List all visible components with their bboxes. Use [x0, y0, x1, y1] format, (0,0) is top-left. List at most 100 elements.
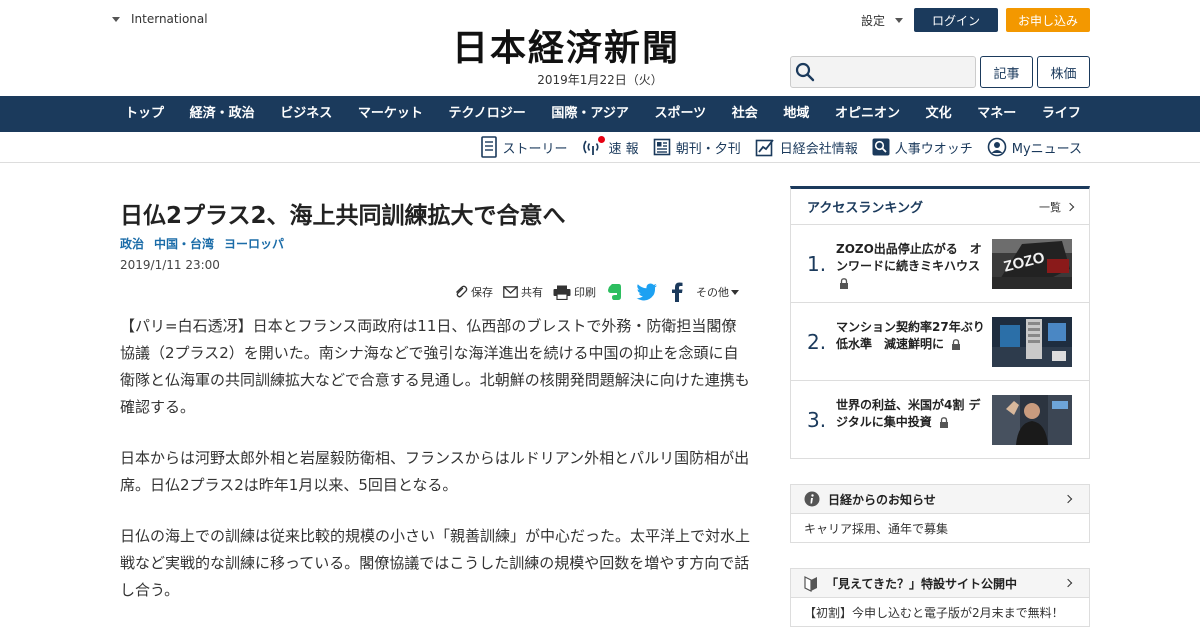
subnav-label: Myニュース	[1011, 141, 1082, 157]
subnav-label: 人事ウオッチ	[894, 141, 973, 157]
nav-item-money[interactable]: マネー	[965, 96, 1028, 132]
subnav-item-personnel[interactable]: 人事ウオッチ	[872, 138, 973, 157]
evernote-icon	[608, 284, 621, 300]
site-logo[interactable]: 日本経済新聞	[452, 28, 748, 68]
rank-thumbnail[interactable]	[992, 395, 1072, 445]
edition-label: International	[131, 12, 208, 26]
article-paragraph: 【パリ=白石透冴】日本とフランス両政府は11日、仏西部のブレストで外務・防衛担当…	[120, 317, 750, 416]
print-button[interactable]: 印刷	[553, 284, 596, 300]
lock-icon	[952, 339, 961, 350]
mail-icon	[503, 286, 518, 298]
info-icon	[804, 491, 820, 507]
notice-header[interactable]: 日経からのお知らせ	[791, 485, 1089, 514]
subnav-label: 日経会社情報	[779, 141, 858, 157]
search-input[interactable]	[819, 58, 969, 86]
search-box[interactable]	[790, 56, 976, 88]
newspaper-icon	[653, 138, 670, 156]
facebook-button[interactable]	[671, 282, 686, 302]
nav-item-market[interactable]: マーケット	[346, 96, 435, 132]
tag-link[interactable]: 中国・台湾	[154, 235, 214, 252]
rank-thumbnail[interactable]: ZOZO	[992, 239, 1072, 289]
settings-menu[interactable]: 設定	[861, 12, 904, 29]
subnav-item-company-info[interactable]: 日経会社情報	[755, 137, 858, 157]
header-date: 2019年1月22日（火）	[537, 73, 663, 87]
nav-item-international[interactable]: 国際・アジア	[539, 96, 640, 132]
share-button[interactable]: 共有	[503, 284, 543, 300]
ranking-title: アクセスランキング	[807, 201, 923, 216]
person-icon	[987, 137, 1007, 157]
trader-thumbnail-image	[992, 395, 1072, 445]
ranking-item[interactable]: 3. 世界の利益、米国が4割 デジタルに集中投資	[791, 381, 1089, 459]
save-button[interactable]: 保存	[454, 284, 493, 300]
sub-nav: ストーリー 速 報 朝刊・夕刊 日経会社情報 人事ウオッチ Myニュース	[0, 132, 1200, 163]
rank-number: 3.	[807, 408, 827, 432]
article-paragraph: 日本からは河野太郎外相と岩屋毅防衛相、フランスからはルドリアン外相とパルリ国防相…	[120, 449, 750, 494]
article-search-button[interactable]: 記事	[980, 56, 1033, 88]
chart-icon	[755, 139, 774, 157]
magnifier-icon	[872, 138, 890, 156]
nav-item-sports[interactable]: スポーツ	[642, 96, 718, 132]
document-icon	[480, 136, 497, 158]
ranking-header: アクセスランキング 一覧	[791, 189, 1089, 225]
nav-item-business[interactable]: ビジネス	[268, 96, 344, 132]
twitter-button[interactable]	[636, 283, 661, 301]
article-headline: 日仏2プラス2、海上共同訓練拡大で合意へ	[120, 203, 566, 229]
article-tags: 政治 中国・台湾 ヨーロッパ	[120, 235, 294, 252]
ranking-item[interactable]: 1. ZOZO出品停止広がる オンワードに続きミキハウス ZOZO	[791, 225, 1089, 303]
chevron-right-icon	[1065, 202, 1075, 211]
nav-item-economy[interactable]: 経済・政治	[178, 96, 267, 132]
condo-thumbnail-image	[992, 317, 1072, 367]
breaking-dot	[597, 135, 605, 143]
notice-body[interactable]: キャリア採用、通年で募集	[791, 514, 1089, 542]
nav-item-top[interactable]: トップ	[113, 96, 176, 132]
article-date: 2019/1/11 23:00	[120, 258, 220, 272]
ranking-item[interactable]: 2. マンション契約率27年ぶり低水準 減速鮮明に	[791, 303, 1089, 381]
share-more-button[interactable]: その他	[696, 284, 739, 300]
notice-body[interactable]: 【初割】今申し込むと電子版が2月末まで無料！	[791, 598, 1089, 626]
caret-down-icon	[731, 289, 739, 295]
nav-item-region[interactable]: 地域	[771, 96, 821, 132]
nav-item-life[interactable]: ライフ	[1030, 96, 1093, 132]
notice-header[interactable]: 「見えてきた？」特設サイト公開中	[791, 569, 1089, 598]
subnav-item-mynews[interactable]: Myニュース	[987, 137, 1082, 157]
evernote-button[interactable]	[606, 283, 626, 301]
rank-title: 世界の利益、米国が4割 デジタルに集中投資	[836, 398, 981, 429]
lock-icon	[939, 417, 948, 428]
rank-title: マンション契約率27年ぶり低水準 減速鮮明に	[836, 320, 985, 351]
login-button[interactable]: ログイン	[914, 8, 998, 32]
article-body: 【パリ=白石透冴】日本とフランス両政府は11日、仏西部のブレストで外務・防衛担当…	[120, 313, 750, 628]
search-icon[interactable]	[795, 62, 815, 82]
nikkei-notice-box[interactable]: 日経からのお知らせ キャリア採用、通年で募集	[790, 484, 1090, 543]
tag-link[interactable]: ヨーロッパ	[224, 235, 284, 252]
nav-item-opinion[interactable]: オピニオン	[823, 96, 912, 132]
edition-selector[interactable]: International	[112, 12, 208, 26]
rank-thumbnail[interactable]	[992, 317, 1072, 367]
campaign-notice-box[interactable]: 「見えてきた？」特設サイト公開中 【初割】今申し込むと電子版が2月末まで無料！	[790, 568, 1090, 627]
nav-item-society[interactable]: 社会	[720, 96, 770, 132]
ranking-more-link[interactable]: 一覧	[1039, 199, 1075, 215]
rank-title: ZOZO出品停止広がる オンワードに続きミキハウス	[836, 241, 986, 292]
clip-icon	[456, 285, 468, 298]
twitter-icon	[636, 283, 657, 301]
signup-button[interactable]: お申し込み	[1006, 8, 1090, 32]
stock-search-button[interactable]: 株価	[1037, 56, 1090, 88]
beginner-mark-icon	[804, 576, 817, 592]
tag-link[interactable]: 政治	[120, 235, 144, 252]
rank-number: 1.	[807, 252, 827, 276]
subnav-item-breaking[interactable]: 速 報	[582, 135, 639, 157]
subnav-label: 朝刊・夕刊	[675, 141, 741, 157]
chevron-right-icon	[1063, 494, 1073, 504]
printer-icon	[553, 285, 571, 300]
caret-down-icon	[112, 16, 120, 22]
subnav-label: ストーリー	[502, 141, 568, 157]
lock-icon	[840, 278, 848, 289]
chevron-right-icon	[1063, 578, 1073, 588]
main-nav: トップ 経済・政治 ビジネス マーケット テクノロジー 国際・アジア スポーツ …	[0, 96, 1200, 132]
facebook-icon	[672, 282, 683, 302]
subnav-item-story[interactable]: ストーリー	[480, 136, 568, 158]
nav-item-culture[interactable]: 文化	[914, 96, 964, 132]
subnav-item-edition[interactable]: 朝刊・夕刊	[653, 138, 741, 157]
caret-down-icon	[895, 18, 904, 23]
share-bar: 保存 共有 印刷 その他	[454, 282, 758, 302]
nav-item-technology[interactable]: テクノロジー	[437, 96, 538, 132]
